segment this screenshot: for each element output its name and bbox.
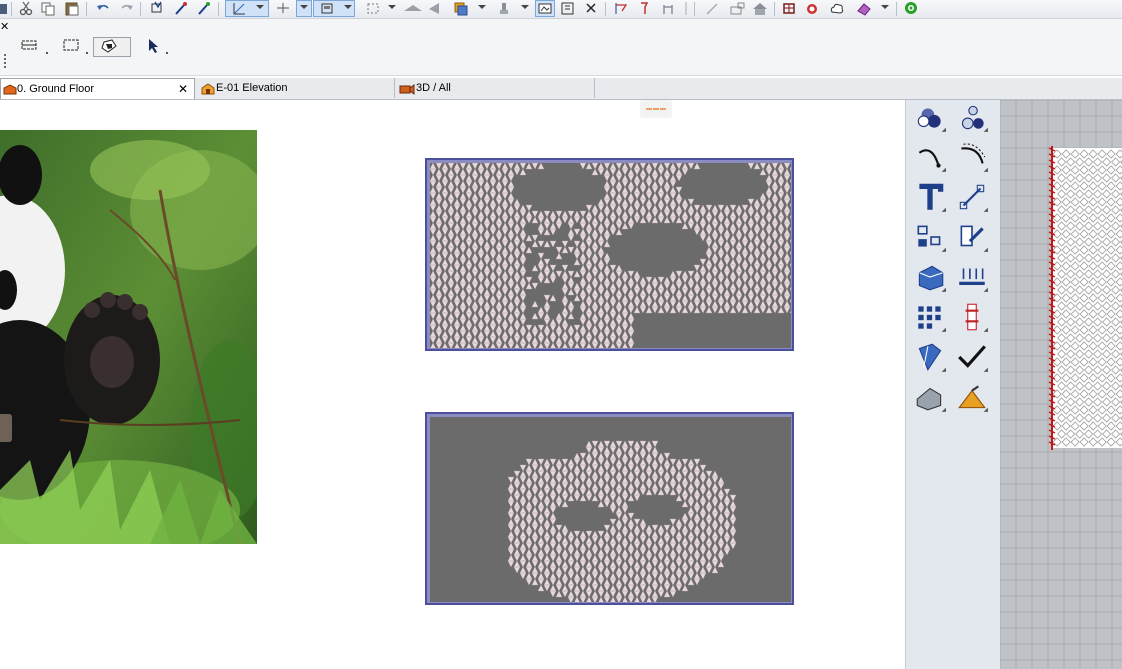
chevron-down-icon[interactable] [478, 5, 486, 9]
pin-icon[interactable] [637, 1, 651, 16]
tab-label: 3D / All [416, 82, 451, 94]
redo-icon[interactable] [120, 1, 134, 16]
chevron-down-icon[interactable] [344, 5, 352, 9]
elevation-tool-icon[interactable] [661, 1, 675, 16]
3d-camera-icon [399, 82, 415, 95]
paste-icon[interactable] [65, 1, 79, 16]
toolbar-separator [11, 2, 12, 16]
toolbox-panel [905, 100, 1001, 669]
drag-handle[interactable] [4, 54, 8, 68]
cloud-icon[interactable] [829, 1, 844, 16]
marquee-icon[interactable] [366, 1, 380, 16]
trace-reference-icon[interactable] [427, 1, 441, 16]
arc-icon[interactable] [912, 140, 948, 174]
chevron-down-icon[interactable] [521, 5, 529, 9]
grid-snap-icon[interactable] [232, 1, 246, 16]
eyedropper-icon[interactable] [197, 1, 211, 16]
elevation-marker-icon[interactable] [497, 1, 511, 16]
tab-e01-elevation[interactable]: E-01 Elevation [195, 78, 395, 98]
3d-preview-pane[interactable] [1000, 100, 1122, 669]
close-icon[interactable]: ✕ [178, 79, 188, 99]
morph-icon[interactable] [912, 380, 948, 414]
shell-icon[interactable] [954, 380, 990, 414]
pick-up-parameters-icon[interactable] [150, 1, 164, 16]
info-box: ✕ [0, 19, 1122, 76]
chevron-down-icon[interactable] [388, 5, 396, 9]
text-icon[interactable] [912, 180, 948, 214]
dimension-tool-icon[interactable] [561, 1, 575, 16]
toolbar-separator [86, 2, 87, 16]
spline-icon[interactable] [954, 140, 990, 174]
floor-plan-canvas[interactable] [0, 100, 905, 669]
view-tab-bar: 0. Ground Floor ✕ E-01 Elevation 3D / Al… [0, 78, 1122, 100]
column-icon[interactable] [954, 300, 990, 334]
toolbar-separator [774, 2, 775, 16]
standard-toolbar [0, 0, 1122, 19]
house-icon[interactable] [752, 1, 767, 16]
tab-3d-all[interactable]: 3D / All [395, 78, 595, 98]
room-icon[interactable] [730, 1, 745, 16]
floor-plan-view-icon[interactable] [782, 1, 796, 16]
elevation-icon [201, 82, 215, 95]
grid-icon[interactable] [912, 300, 948, 334]
dimension-icon[interactable] [954, 180, 990, 214]
eraser-icon[interactable] [856, 1, 871, 16]
object-icon[interactable] [912, 100, 948, 134]
tessellation-panel-bottom[interactable] [425, 412, 794, 605]
tessellation-panel-top[interactable] [425, 158, 794, 351]
toolbar-separator [140, 2, 141, 16]
toolbar-separator [896, 2, 897, 16]
3d-view-icon[interactable] [904, 1, 918, 16]
snap-points-icon[interactable] [320, 1, 334, 16]
chevron-down-icon[interactable] [300, 5, 308, 9]
arrow-tool-icon[interactable] [146, 37, 168, 57]
drag-handle[interactable] [0, 414, 12, 442]
undo-icon[interactable] [96, 1, 110, 16]
toolbar-separator [605, 2, 606, 16]
toolbar-separator [218, 2, 219, 16]
cut-icon[interactable] [19, 1, 33, 16]
renovation-icon[interactable] [805, 1, 819, 16]
inject-parameters-icon[interactable] [174, 1, 188, 16]
tab-label: 0. Ground Floor [17, 83, 95, 95]
label-icon[interactable] [954, 220, 990, 254]
group-icon[interactable] [912, 220, 948, 254]
tab-ground-floor[interactable]: 0. Ground Floor ✕ [0, 78, 195, 99]
section-icon[interactable] [614, 1, 628, 16]
pencil-icon[interactable] [705, 1, 719, 16]
check-icon[interactable] [954, 340, 990, 374]
layer-icon[interactable] [453, 1, 468, 16]
rectangle-geometry-icon[interactable] [62, 37, 88, 57]
tab-label: E-01 Elevation [216, 82, 288, 94]
lamp-icon[interactable] [954, 100, 990, 134]
curtain-wall-icon[interactable] [912, 340, 948, 374]
chevron-down-icon[interactable] [256, 5, 264, 9]
roof-icon[interactable] [912, 260, 948, 294]
level-icon[interactable] [681, 1, 695, 16]
fill-geometry-button[interactable] [93, 37, 131, 57]
floor-plan-icon [3, 83, 17, 95]
stair-icon[interactable] [954, 260, 990, 294]
close-icon[interactable]: ✕ [0, 21, 9, 33]
origin-marker [640, 100, 672, 118]
trace-icon[interactable] [403, 1, 422, 16]
copy-icon[interactable] [41, 1, 55, 16]
panda-photo [0, 130, 257, 544]
toolbar-separator [694, 2, 695, 16]
polyline-geometry-icon[interactable] [20, 37, 48, 57]
render-icon[interactable] [538, 1, 552, 16]
close-icon[interactable] [585, 1, 599, 16]
guide-line-icon[interactable] [276, 1, 290, 16]
chevron-down-icon[interactable] [881, 5, 889, 9]
